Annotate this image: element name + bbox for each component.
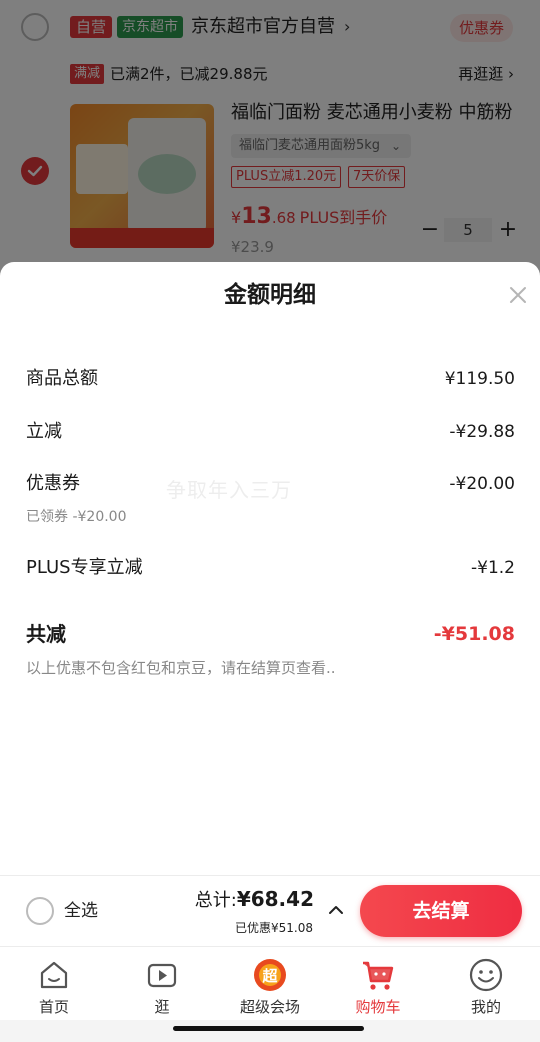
tab-home[interactable]: 首页 — [0, 953, 108, 1019]
svg-text:超: 超 — [261, 967, 278, 985]
instant-discount-value: -¥29.88 — [449, 422, 515, 442]
tab-label: 超级会场 — [239, 998, 300, 1016]
profile-face-icon — [469, 958, 503, 992]
total-reduction-value: -¥51.08 — [433, 623, 515, 645]
total-reduction-label: 共减 — [26, 622, 66, 646]
video-play-icon — [147, 963, 177, 988]
total-label: 总计: — [194, 890, 237, 911]
home-indicator[interactable] — [173, 1026, 364, 1031]
cart-icon — [363, 961, 394, 990]
home-icon — [40, 961, 68, 989]
checkout-button[interactable]: 去结算 — [360, 885, 522, 937]
goods-total-value: ¥119.50 — [444, 369, 515, 389]
tab-label: 购物车 — [355, 998, 401, 1016]
settlement-bar: 全选 总计:¥68.42 已优惠¥51.08 去结算 — [0, 875, 540, 945]
select-all-label[interactable]: 全选 — [64, 898, 98, 924]
tab-super-venue[interactable]: 超 超级会场 — [216, 953, 324, 1019]
goods-total-label: 商品总额 — [26, 368, 98, 389]
sheet-title: 金额明细 — [224, 282, 316, 308]
instant-discount-label: 立减 — [26, 421, 62, 442]
discount-note: 以上优惠不包含红包和京豆，请在结算页查看.. — [26, 659, 336, 677]
coupon-value: -¥20.00 — [449, 474, 515, 494]
tab-label: 我的 — [470, 998, 501, 1016]
saved-amount: 已优惠¥51.08 — [235, 921, 313, 935]
coupon-sub-detail: 已领券 -¥20.00 — [26, 509, 127, 525]
bottom-tab-bar: 首页 逛 超 超级会场 购物车 我的 — [0, 946, 540, 1020]
select-all-radio[interactable] — [26, 897, 54, 925]
plus-discount-value: -¥1.2 — [471, 558, 515, 578]
system-gesture-area — [0, 1020, 540, 1042]
plus-discount-label: PLUS专享立减 — [26, 557, 143, 578]
tab-browse[interactable]: 逛 — [108, 953, 216, 1019]
tab-cart[interactable]: 购物车 — [324, 953, 432, 1019]
chevron-up-icon[interactable] — [326, 898, 346, 922]
coupon-label: 优惠券 — [26, 473, 80, 494]
total-price: 总计:¥68.42 — [195, 886, 314, 912]
super-venue-icon: 超 — [254, 959, 286, 991]
tab-label: 逛 — [154, 998, 170, 1016]
tab-label: 首页 — [38, 998, 69, 1016]
total-amount: ¥68.42 — [236, 887, 314, 911]
tab-profile[interactable]: 我的 — [432, 953, 540, 1019]
watermark-text: 争取年入三万 — [166, 478, 292, 502]
close-icon[interactable] — [505, 282, 531, 308]
